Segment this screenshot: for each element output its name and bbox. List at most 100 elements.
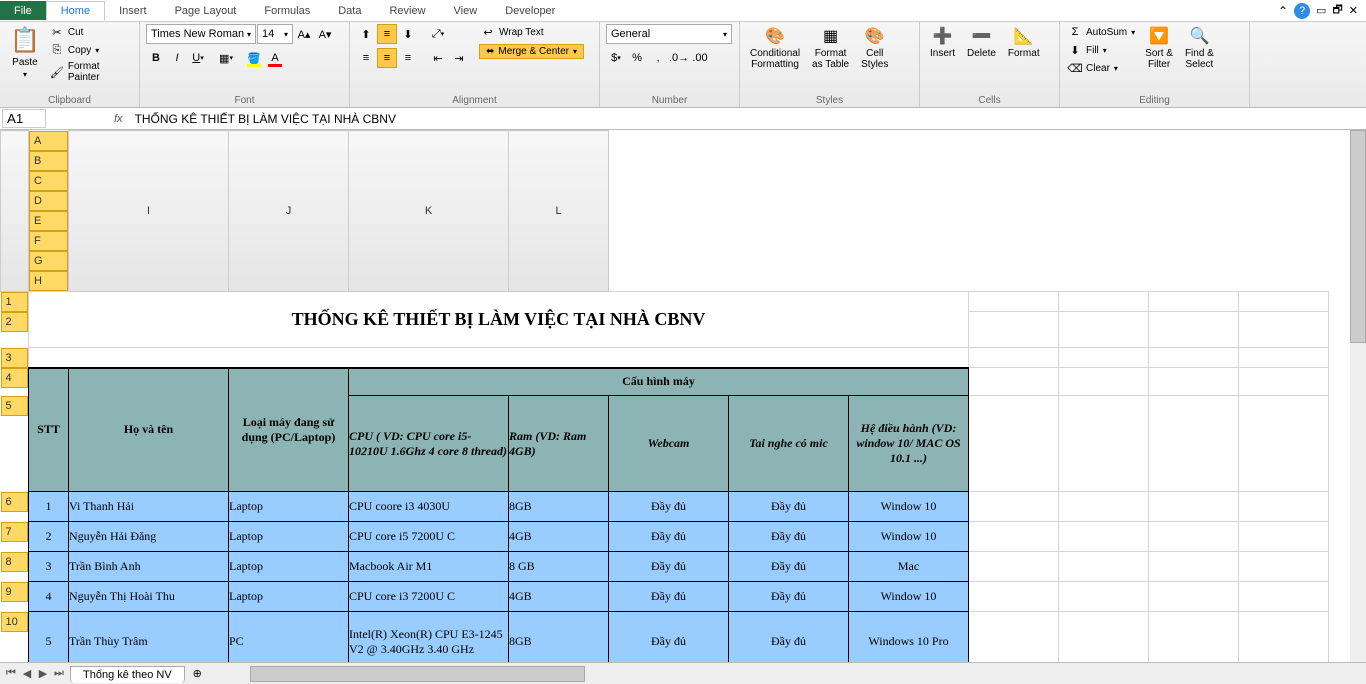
find-select-button[interactable]: 🔍Find & Select [1181,24,1218,72]
cell-I9[interactable] [969,582,1059,612]
cell-I10[interactable] [969,612,1059,663]
cell-J1[interactable] [1059,291,1149,312]
row-header-10[interactable]: 10 [1,612,29,632]
header-config[interactable]: Cấu hình máy [349,368,969,396]
spreadsheet-grid[interactable]: ABCDEFGHIJKL1THỐNG KÊ THIẾT BỊ LÀM VIỆC … [0,130,1366,662]
sheet-tab-active[interactable]: Thống kê theo NV [70,666,185,683]
wrap-text-button[interactable]: ↩Wrap Text [479,24,584,40]
cell-L5[interactable] [1239,396,1329,492]
header-os[interactable]: Hệ điều hành (VD: window 10/ MAC OS 10.1… [849,396,969,492]
cell-I3[interactable] [969,348,1059,368]
cell-J2[interactable] [1059,312,1149,348]
cell-L7[interactable] [1239,522,1329,552]
data-headset-9[interactable]: Đầy đủ [729,582,849,612]
format-as-table-button[interactable]: ▦Format as Table [808,24,853,72]
decrease-font-button[interactable]: A▾ [315,24,335,44]
data-stt-8[interactable]: 3 [29,552,69,582]
cut-button[interactable]: ✂Cut [48,24,133,40]
fx-icon[interactable]: fx [108,113,129,125]
cell-J7[interactable] [1059,522,1149,552]
data-name-6[interactable]: Vi Thanh Hải [69,492,229,522]
data-stt-9[interactable]: 4 [29,582,69,612]
col-header-K[interactable]: K [349,131,509,292]
bold-button[interactable]: B [146,48,166,68]
tab-developer[interactable]: Developer [491,1,569,20]
tab-insert[interactable]: Insert [105,1,161,20]
sort-filter-button[interactable]: 🔽Sort & Filter [1141,24,1177,72]
help-icon[interactable]: ? [1294,3,1310,19]
title-cell[interactable]: THỐNG KÊ THIẾT BỊ LÀM VIỆC TẠI NHÀ CBNV [29,291,969,348]
data-headset-8[interactable]: Đầy đủ [729,552,849,582]
sheet-nav-next[interactable]: ▶ [36,667,50,680]
cell-K2[interactable] [1149,312,1239,348]
header-webcam[interactable]: Webcam [609,396,729,492]
data-stt-7[interactable]: 2 [29,522,69,552]
cell-L8[interactable] [1239,552,1329,582]
data-cpu-8[interactable]: Macbook Air M1 [349,552,509,582]
cell-J4[interactable] [1059,368,1149,396]
header-headset[interactable]: Tai nghe có mic [729,396,849,492]
align-right-button[interactable]: ≡ [398,48,418,68]
fill-color-button[interactable]: 🪣 [244,48,264,68]
font-size-select[interactable]: 14▾ [257,24,293,44]
sheet-nav-first[interactable]: ⏮ [4,667,18,680]
data-name-8[interactable]: Trần Bình Anh [69,552,229,582]
cell-J8[interactable] [1059,552,1149,582]
header-stt[interactable]: STT [29,368,69,492]
data-type-10[interactable]: PC [229,612,349,663]
insert-cells-button[interactable]: ➕Insert [926,24,959,61]
data-webcam-7[interactable]: Đầy đủ [609,522,729,552]
cell-I2[interactable] [969,312,1059,348]
col-header-F[interactable]: F [29,231,68,251]
data-os-7[interactable]: Window 10 [849,522,969,552]
underline-button[interactable]: U▾ [188,48,208,68]
cell-I4[interactable] [969,368,1059,396]
tab-data[interactable]: Data [324,1,375,20]
sheet-nav-prev[interactable]: ◀ [20,667,34,680]
data-webcam-6[interactable]: Đầy đủ [609,492,729,522]
window-restore-icon[interactable]: 🗗 [1332,1,1342,20]
data-os-9[interactable]: Window 10 [849,582,969,612]
tab-view[interactable]: View [440,1,492,20]
new-sheet-button[interactable]: ⊕ [185,667,210,680]
tab-formulas[interactable]: Formulas [250,1,324,20]
row-header-3[interactable]: 3 [1,348,29,368]
conditional-formatting-button[interactable]: 🎨Conditional Formatting [746,24,804,72]
copy-button[interactable]: ⎘Copy▾ [48,42,133,58]
col-header-L[interactable]: L [509,131,609,292]
cell-L2[interactable] [1239,312,1329,348]
data-cpu-7[interactable]: CPU core i5 7200U C [349,522,509,552]
align-center-button[interactable]: ≡ [377,48,397,68]
data-ram-10[interactable]: 8GB [509,612,609,663]
align-bottom-button[interactable]: ⬇ [398,24,418,44]
col-header-H[interactable]: H [29,271,68,291]
data-webcam-8[interactable]: Đầy đủ [609,552,729,582]
data-webcam-9[interactable]: Đầy đủ [609,582,729,612]
col-header-I[interactable]: I [69,131,229,292]
data-headset-7[interactable]: Đầy đủ [729,522,849,552]
col-header-C[interactable]: C [29,171,68,191]
data-headset-6[interactable]: Đầy đủ [729,492,849,522]
cell-A3[interactable] [29,348,969,368]
data-os-8[interactable]: Mac [849,552,969,582]
paste-button[interactable]: 📋 Paste ▾ [6,24,44,81]
cell-I7[interactable] [969,522,1059,552]
row-header-1[interactable]: 1 [1,292,29,312]
cell-J9[interactable] [1059,582,1149,612]
align-left-button[interactable]: ≡ [356,48,376,68]
cell-K6[interactable] [1149,492,1239,522]
cell-K8[interactable] [1149,552,1239,582]
increase-font-button[interactable]: A▴ [294,24,314,44]
format-cells-button[interactable]: 📐Format [1004,24,1044,61]
data-type-6[interactable]: Laptop [229,492,349,522]
increase-indent-button[interactable]: ⇥ [449,48,469,68]
header-type[interactable]: Loại máy đang sử dụng (PC/Laptop) [229,368,349,492]
cell-K3[interactable] [1149,348,1239,368]
cell-J6[interactable] [1059,492,1149,522]
cell-L9[interactable] [1239,582,1329,612]
cell-K10[interactable] [1149,612,1239,663]
number-format-select[interactable]: General▾ [606,24,732,44]
cell-L4[interactable] [1239,368,1329,396]
data-webcam-10[interactable]: Đầy đủ [609,612,729,663]
row-header-9[interactable]: 9 [1,582,29,602]
